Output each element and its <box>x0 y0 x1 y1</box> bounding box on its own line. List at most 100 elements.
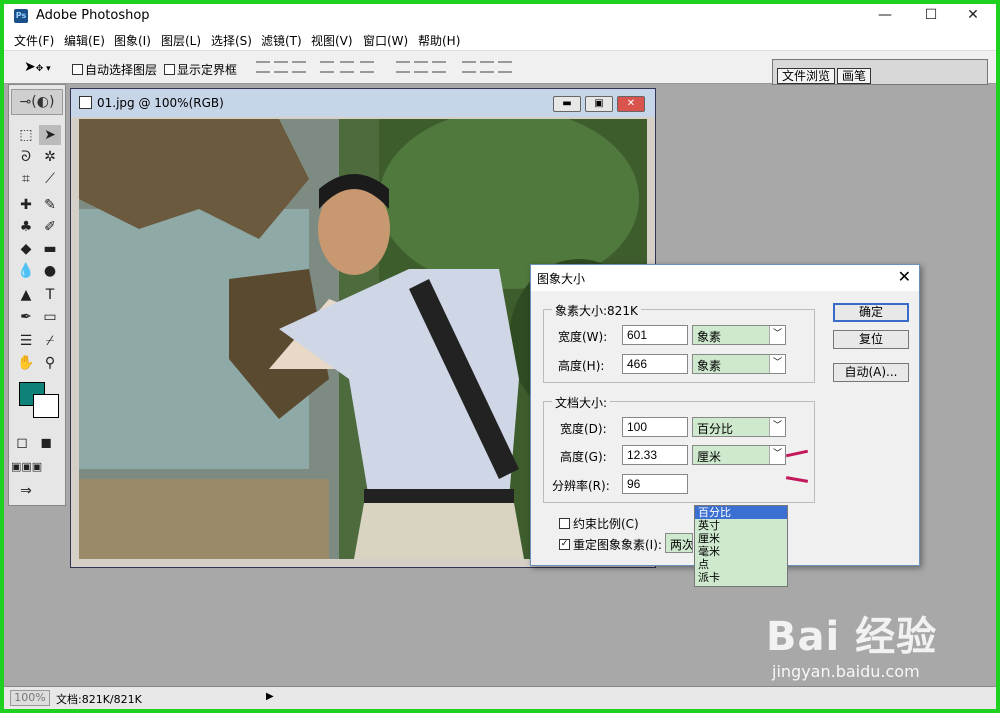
watermark-logo: Bai 经验 <box>766 614 938 660</box>
unit-option[interactable]: 点 <box>695 558 787 571</box>
auto-button[interactable]: 自动(A)... <box>833 363 909 382</box>
background-color-swatch[interactable] <box>33 394 59 418</box>
auto-select-layer-label: 自动选择图层 <box>85 63 158 77</box>
doc-height-input[interactable] <box>622 445 688 465</box>
align-vcenter-icon[interactable] <box>274 61 288 73</box>
menu-edit[interactable]: 编辑(E) <box>64 32 105 49</box>
notes-tool-icon[interactable]: ☰ <box>15 331 37 351</box>
jump-to-imageready-icon[interactable]: ⇒ <box>15 481 37 501</box>
type-tool-icon[interactable]: T <box>39 285 61 305</box>
distribute-top-icon[interactable] <box>396 61 410 73</box>
chevron-down-icon: ﹀ <box>769 446 785 464</box>
resample-method-select[interactable]: 两次 <box>665 533 693 553</box>
doc-minimize-button[interactable]: ▬ <box>553 96 581 112</box>
unit-option[interactable]: 英寸 <box>695 519 787 532</box>
checkmark-icon: ✓ <box>559 539 570 550</box>
eraser-icon[interactable]: ◆ <box>15 239 37 259</box>
dodge-tool-icon[interactable]: ● <box>39 261 61 281</box>
brush-tool-icon[interactable]: ✎ <box>39 195 61 215</box>
close-button[interactable]: ✕ <box>950 4 996 28</box>
zoom-level-field[interactable]: 100% <box>10 690 50 706</box>
auto-select-layer-checkbox[interactable]: 自动选择图层 <box>72 61 157 78</box>
pixel-width-unit-select[interactable]: 象素 ﹀ <box>692 325 786 345</box>
move-tool-icon[interactable]: ➤ <box>39 125 61 145</box>
screen-mode-icons[interactable]: ▣▣▣ <box>11 457 42 477</box>
doc-height-unit-select[interactable]: 厘米 ﹀ <box>692 445 786 465</box>
distribute-right-icon[interactable] <box>498 61 512 73</box>
menu-filter[interactable]: 滤镜(T) <box>261 32 302 49</box>
menu-window[interactable]: 窗口(W) <box>363 32 408 49</box>
blur-tool-icon[interactable]: 💧 <box>15 261 37 281</box>
unit-option[interactable]: 派卡 <box>695 571 787 584</box>
align-bottom-icon[interactable] <box>292 61 306 73</box>
unit-dropdown-list: 百分比 英寸 厘米 毫米 点 派卡 <box>694 505 788 587</box>
status-menu-arrow-icon[interactable]: ▶ <box>266 691 274 702</box>
distribute-vcenter-icon[interactable] <box>414 61 428 73</box>
shape-tool-icon[interactable]: ▭ <box>39 307 61 327</box>
doc-width-label: 宽度(D): <box>560 422 607 436</box>
gradient-tool-icon[interactable]: ▬ <box>39 239 61 259</box>
menu-layer[interactable]: 图层(L) <box>161 32 201 49</box>
doc-close-button[interactable]: ✕ <box>617 96 645 112</box>
healing-brush-icon[interactable]: ✚ <box>15 195 37 215</box>
path-select-icon[interactable]: ▲ <box>15 285 37 305</box>
pixel-height-input[interactable] <box>622 354 688 374</box>
align-top-icon[interactable] <box>256 61 270 73</box>
photoshop-eye-icon[interactable]: ⊸(◐) <box>11 89 63 115</box>
constrain-proportions-checkbox[interactable]: 约束比例(C) <box>559 515 639 532</box>
image-size-dialog: 图象大小 ✕ 象素大小:821K 宽度(W): 象素 ﹀ 高度(H): 象素 ﹀… <box>530 264 920 587</box>
magic-wand-icon[interactable]: ✲ <box>39 147 61 167</box>
lasso-tool-icon[interactable]: ᘐ <box>15 147 37 167</box>
eyedropper-icon[interactable]: ⌿ <box>39 331 61 351</box>
palette-well: 文件浏览 画笔 <box>772 59 988 85</box>
distribute-left-icon[interactable] <box>462 61 476 73</box>
menu-select[interactable]: 选择(S) <box>211 32 252 49</box>
doc-maximize-button[interactable]: ▣ <box>585 96 613 112</box>
slice-tool-icon[interactable]: ⟋ <box>39 169 61 189</box>
align-left-icon[interactable] <box>320 61 334 73</box>
document-title: 01.jpg @ 100%(RGB) <box>97 96 224 110</box>
reset-button[interactable]: 复位 <box>833 330 909 349</box>
pen-tool-icon[interactable]: ✒ <box>15 307 37 327</box>
pixel-height-unit-value: 象素 <box>697 359 722 373</box>
clone-stamp-icon[interactable]: ♣ <box>15 217 37 237</box>
tab-file-browser[interactable]: 文件浏览 <box>777 68 836 84</box>
zoom-tool-icon[interactable]: ⚲ <box>39 353 61 373</box>
document-titlebar[interactable]: 01.jpg @ 100%(RGB) ▬ ▣ ✕ <box>71 89 655 117</box>
minimize-button[interactable]: — <box>862 4 908 28</box>
menu-view[interactable]: 视图(V) <box>311 32 353 49</box>
pixel-width-unit-value: 象素 <box>697 330 722 344</box>
dialog-close-icon[interactable]: ✕ <box>898 267 911 286</box>
distribute-bottom-icon[interactable] <box>432 61 446 73</box>
unit-option[interactable]: 毫米 <box>695 545 787 558</box>
maximize-button[interactable]: ☐ <box>908 4 954 28</box>
move-tool-preset-icon[interactable]: ➤✥ ▾ <box>24 59 51 75</box>
unit-option[interactable]: 厘米 <box>695 532 787 545</box>
crop-tool-icon[interactable]: ⌗ <box>15 169 37 189</box>
unit-option[interactable]: 百分比 <box>695 506 787 519</box>
app-frame: Ps Adobe Photoshop — ☐ ✕ 文件(F) 编辑(E) 图象(… <box>4 4 996 709</box>
doc-width-input[interactable] <box>622 417 688 437</box>
show-bounding-box-label: 显示定界框 <box>177 63 238 77</box>
pixel-width-input[interactable] <box>622 325 688 345</box>
menu-image[interactable]: 图象(I) <box>114 32 151 49</box>
resolution-input[interactable] <box>622 474 688 494</box>
align-hcenter-icon[interactable] <box>340 61 354 73</box>
watermark-url: jingyan.baidu.com <box>772 662 920 681</box>
menu-file[interactable]: 文件(F) <box>14 32 54 49</box>
menu-help[interactable]: 帮助(H) <box>418 32 460 49</box>
quick-mask-icon[interactable]: ◼ <box>35 433 57 453</box>
align-right-icon[interactable] <box>360 61 374 73</box>
standard-mode-icon[interactable]: ◻ <box>11 433 33 453</box>
resample-image-checkbox[interactable]: ✓ 重定图象象素(I): <box>559 536 662 553</box>
doc-width-unit-select[interactable]: 百分比 ﹀ <box>692 417 786 437</box>
show-bounding-box-checkbox[interactable]: 显示定界框 <box>164 61 237 78</box>
pixel-height-unit-select[interactable]: 象素 ﹀ <box>692 354 786 374</box>
history-brush-icon[interactable]: ✐ <box>39 217 61 237</box>
hand-tool-icon[interactable]: ✋ <box>15 353 37 373</box>
marquee-tool-icon[interactable]: ⬚ <box>15 125 37 145</box>
ok-button[interactable]: 确定 <box>833 303 909 322</box>
tab-brushes[interactable]: 画笔 <box>837 68 872 84</box>
distribute-hcenter-icon[interactable] <box>480 61 494 73</box>
document-size-status: 文档:821K/821K <box>56 693 142 706</box>
